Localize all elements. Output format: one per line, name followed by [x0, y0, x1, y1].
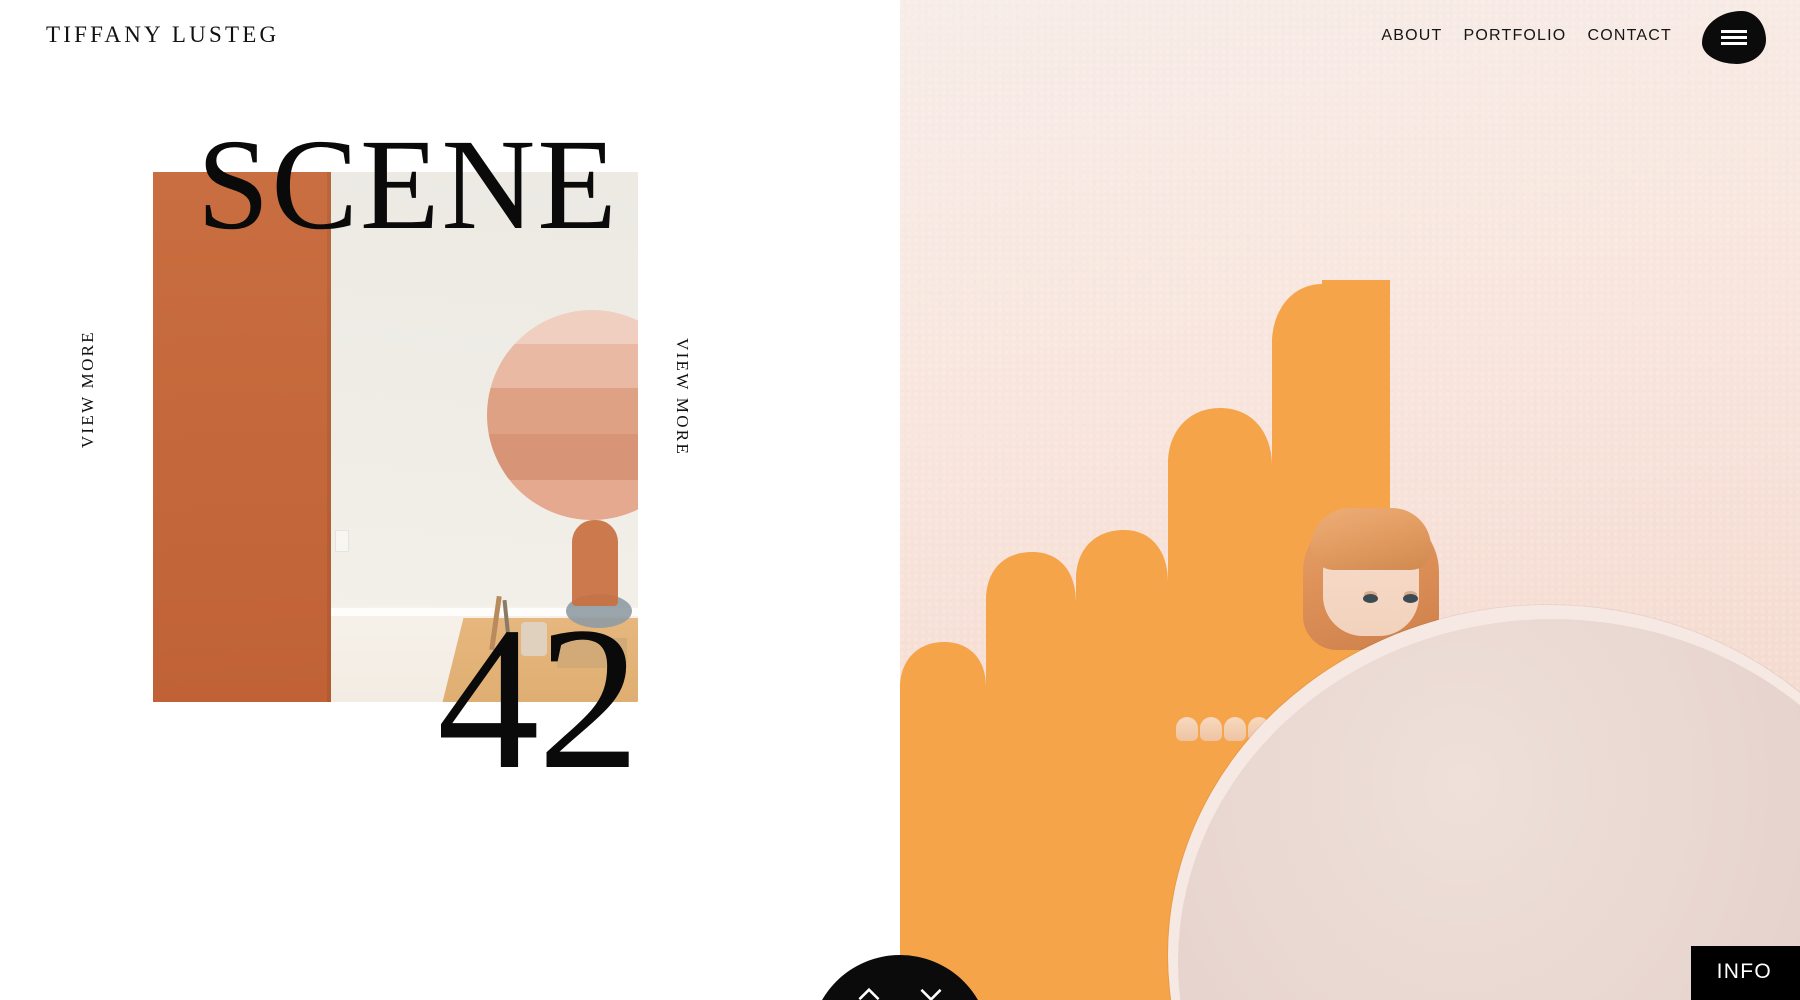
finger-0: [1176, 717, 1198, 741]
finger-1: [1200, 717, 1222, 741]
site-logo[interactable]: TIFFANY LUSTEG: [46, 22, 279, 48]
page-root: INFO SCENE 42 VIEW MORE VIEW MORE TIFFAN…: [0, 0, 1800, 1000]
circle-band-0: [487, 310, 638, 344]
circle-band-3: [487, 434, 638, 480]
eye-left: [1363, 594, 1378, 603]
finger-2: [1224, 717, 1246, 741]
circle-band-2: [487, 388, 638, 434]
nav-link-about[interactable]: ABOUT: [1381, 27, 1442, 45]
next-slide-button[interactable]: [918, 981, 944, 1000]
circle-band-1: [487, 344, 638, 388]
view-more-left[interactable]: VIEW MORE: [78, 330, 98, 448]
image-striped-circle: [487, 310, 638, 520]
nav-link-portfolio[interactable]: PORTFOLIO: [1463, 27, 1566, 45]
main-nav: ABOUT PORTFOLIO CONTACT: [1381, 27, 1672, 45]
hero-right-panel: INFO: [900, 0, 1800, 1000]
disc-face: [1178, 619, 1800, 1000]
eye-right: [1403, 594, 1418, 603]
view-more-right[interactable]: VIEW MORE: [672, 338, 692, 456]
image-outlet: [335, 530, 349, 552]
slide-number: 42: [437, 585, 640, 812]
nav-link-contact[interactable]: CONTACT: [1587, 27, 1672, 45]
prev-slide-button[interactable]: [856, 981, 882, 1000]
page-title: SCENE: [197, 113, 619, 257]
hair-bangs: [1311, 508, 1431, 570]
circle-band-4: [487, 480, 638, 520]
pink-disc: [1168, 605, 1800, 1000]
info-button[interactable]: INFO: [1690, 946, 1800, 1000]
hamburger-icon: [1721, 27, 1747, 48]
